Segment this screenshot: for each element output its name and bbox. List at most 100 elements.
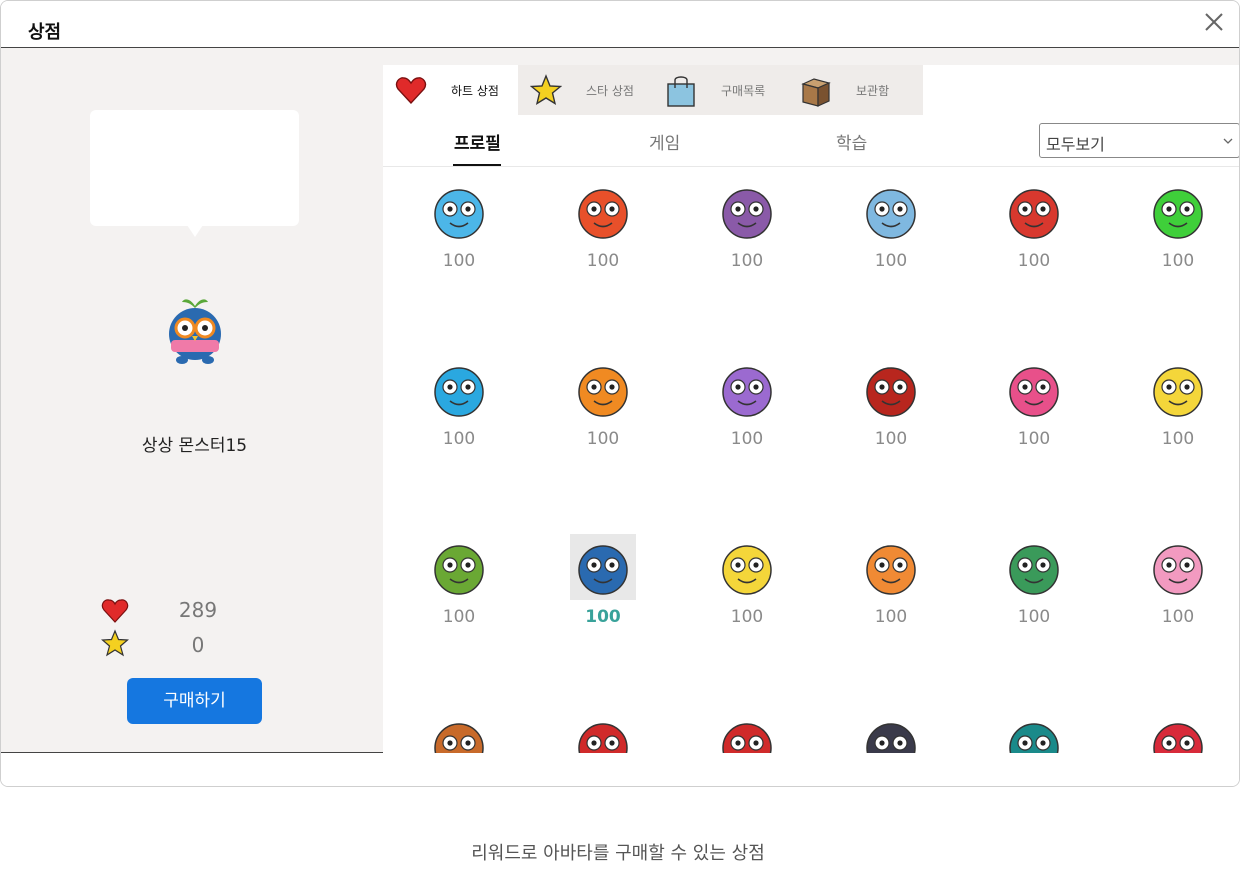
red-virus-monster-image [722, 723, 772, 753]
blue-goggle-sprout-monster-image [570, 534, 636, 600]
shop-item[interactable]: 100 [409, 168, 509, 278]
green-alien-monster-image [1153, 189, 1203, 239]
heart-icon [395, 77, 427, 105]
dialog-title: 상점 [28, 22, 62, 43]
close-icon[interactable] [1201, 9, 1227, 35]
shop-item[interactable] [984, 702, 1084, 753]
tab-storage[interactable]: 보관함 [788, 65, 923, 115]
shop-item[interactable] [697, 702, 797, 753]
green-frog-monster-image [434, 545, 484, 595]
subtab-study[interactable]: 학습 [836, 129, 867, 154]
dialog-footer [1, 754, 1239, 786]
red-robot-monster-image [1009, 189, 1059, 239]
shop-item[interactable]: 100 [553, 168, 653, 278]
category-tabs: 프로필 게임 학습 모두보기 [383, 115, 1239, 167]
speech-bubble [90, 110, 299, 226]
heart-icon [101, 599, 129, 623]
pink-spiked-monster-image [1009, 367, 1059, 417]
item-price: 100 [1161, 607, 1195, 627]
item-price: 100 [442, 429, 476, 449]
subtab-game[interactable]: 게임 [649, 129, 680, 154]
tab-label: 구매목록 [721, 84, 766, 98]
tab-label: 보관함 [856, 84, 890, 98]
teal-dog-monster-image [1009, 723, 1059, 753]
item-price: 100 [874, 607, 908, 627]
dialog-body: 상상 몬스터15 289 0 구매하기 하트 상점 스타 상점 구매목록 보관함… [1, 48, 1239, 753]
shop-item[interactable]: 100 [553, 346, 653, 456]
pink-pig-monster-image [1153, 545, 1203, 595]
avatar-name: 상상 몬스터15 [141, 436, 248, 456]
box-icon [801, 78, 831, 107]
shop-item[interactable] [409, 702, 509, 753]
shop-item[interactable]: 100 [409, 524, 509, 634]
shop-item[interactable]: 100 [409, 346, 509, 456]
tab-label: 하트 상점 [451, 84, 499, 98]
blue-masked-monster-image [434, 367, 484, 417]
tab-label: 스타 상점 [586, 84, 634, 98]
shop-item[interactable] [841, 702, 941, 753]
shop-item[interactable]: 100 [1128, 346, 1228, 456]
speech-bubble-tail [187, 225, 203, 237]
item-price: 100 [1017, 429, 1051, 449]
heart-balance: 289 [178, 598, 218, 622]
item-price: 100 [730, 607, 764, 627]
active-subtab-indicator [453, 164, 501, 166]
shop-item[interactable]: 100 [841, 524, 941, 634]
tab-purchase-list[interactable]: 구매목록 [653, 65, 788, 115]
shopping-bag-icon [667, 76, 695, 107]
red-flame-monster-image [578, 189, 628, 239]
page-caption: 리워드로 아바타를 구매할 수 있는 상점 [471, 843, 765, 864]
shop-item[interactable]: 100 [984, 524, 1084, 634]
orange-sun-king-monster-image [578, 367, 628, 417]
shop-item[interactable]: 100 [1128, 524, 1228, 634]
buy-button[interactable]: 구매하기 [127, 678, 262, 724]
tab-heart-shop[interactable]: 하트 상점 [383, 65, 518, 115]
star-icon [101, 629, 129, 657]
subtab-profile[interactable]: 프로필 [454, 129, 501, 154]
shop-item[interactable]: 100 [697, 168, 797, 278]
green-whale-monster-image [1009, 545, 1059, 595]
item-price: 100 [874, 251, 908, 271]
shop-item[interactable]: 100 [1128, 168, 1228, 278]
shop-item[interactable]: 100 [841, 168, 941, 278]
star-icon [530, 74, 562, 105]
item-price: 100 [585, 607, 621, 627]
item-price: 100 [874, 429, 908, 449]
yellow-star-monster-image [1153, 367, 1203, 417]
item-grid: 100 100 100 100 100 100 100 100 100 100 100 100 100 1… [383, 168, 1239, 753]
item-price: 100 [730, 429, 764, 449]
shop-item[interactable] [1128, 702, 1228, 753]
shop-item[interactable]: 100 [841, 346, 941, 456]
shop-dialog: 상점 상상 몬스터15 289 0 구매하기 하트 상점 스타 상점 구매목록 … [0, 0, 1240, 787]
purple-striped-hat-monster-image [722, 189, 772, 239]
shop-item[interactable] [553, 702, 653, 753]
item-price: 100 [586, 251, 620, 271]
red-heart-cap-monster-image [1153, 723, 1203, 753]
red-crab-monster-image [578, 723, 628, 753]
black-bug-monster-image [866, 723, 916, 753]
filter-value: 모두보기 [1046, 135, 1105, 154]
item-price: 100 [1161, 429, 1195, 449]
yellow-cat-monster-image [722, 545, 772, 595]
shop-item[interactable]: 100 [553, 524, 653, 634]
chevron-down-icon [1223, 138, 1233, 144]
star-balance: 0 [191, 633, 205, 657]
shop-panel: 하트 상점 스타 상점 구매목록 보관함 프로필 게임 학습 모두보기 100 … [383, 65, 1239, 753]
item-price: 100 [1161, 251, 1195, 271]
item-price: 100 [586, 429, 620, 449]
shop-item[interactable]: 100 [697, 346, 797, 456]
purple-cyclops-monster-image [722, 367, 772, 417]
filter-select[interactable]: 모두보기 [1039, 123, 1239, 158]
orange-crab-monster-image [866, 545, 916, 595]
item-price: 100 [1017, 607, 1051, 627]
item-price: 100 [1017, 251, 1051, 271]
tab-star-shop[interactable]: 스타 상점 [518, 65, 653, 115]
shop-item[interactable]: 100 [984, 346, 1084, 456]
avatar-preview-image [169, 299, 221, 364]
blue-flame-monster-image [434, 189, 484, 239]
astronaut-monster-image [866, 189, 916, 239]
shop-item[interactable]: 100 [984, 168, 1084, 278]
title-bar: 상점 [1, 1, 1239, 48]
shop-item[interactable]: 100 [697, 524, 797, 634]
brown-antenna-monster-image [434, 723, 484, 753]
